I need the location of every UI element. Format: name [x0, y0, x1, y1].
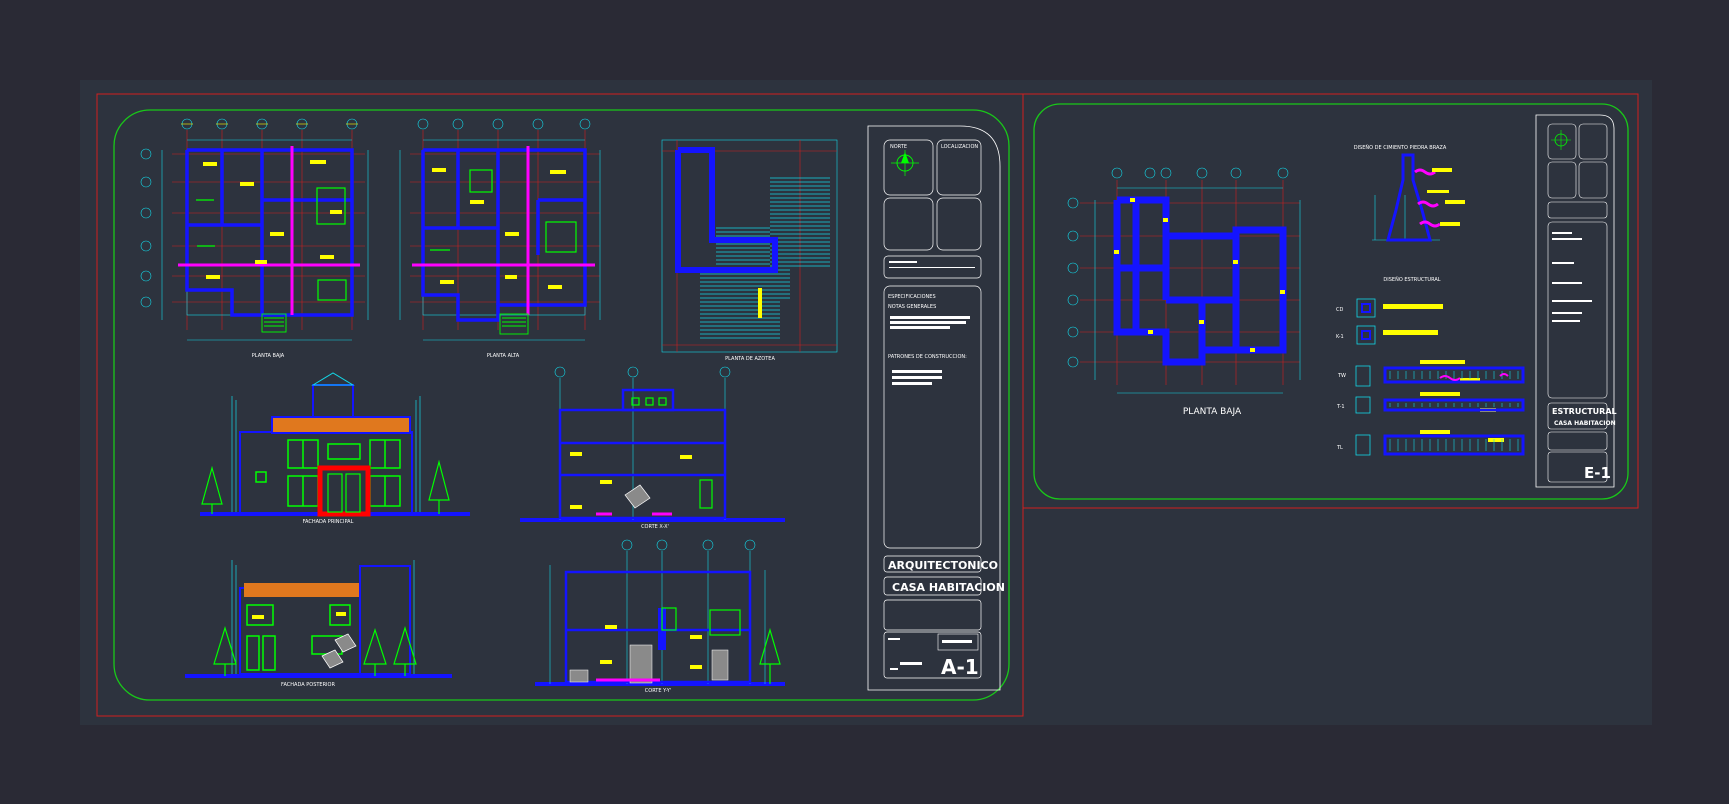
general-notes-label: NOTAS GENERALES	[888, 304, 936, 310]
cell-location-label: LOCALIZACION	[941, 144, 978, 150]
view-label-section-yy: CORTE Y-Y'	[645, 688, 671, 694]
view-label-roof-plan: PLANTA DE AZOTEA	[725, 356, 775, 362]
model-space	[80, 80, 1652, 725]
project-title-struct: CASA HABITACION	[1554, 420, 1616, 427]
roof-tile-hatch	[272, 417, 410, 433]
project-title-arch: CASA HABITACION	[892, 581, 1005, 594]
sheet-number-arch: A-1	[941, 655, 979, 679]
schedule-mark-4: TL	[1336, 445, 1343, 451]
schedule-mark-3: T-1	[1336, 404, 1345, 410]
discipline-title-arch: ARQUITECTONICO	[888, 559, 998, 572]
view-label-main-facade: FACHADA PRINCIPAL	[303, 519, 354, 525]
view-label-ground-floor: PLANTA BAJA	[252, 353, 285, 359]
schedule-mark-0: CD	[1336, 307, 1343, 313]
view-label-section-xx: CORTE X-X'	[641, 524, 669, 530]
roof-tile-hatch-rear	[244, 583, 360, 597]
view-label-rear-facade: FACHADA POSTERIOR	[281, 682, 335, 688]
cad-drawing-canvas[interactable]: PLANTA BAJA PLANTA ALTA PLANTA DE AZOTEA…	[0, 0, 1729, 804]
structural-design-label: DISEÑO ESTRUCTURAL	[1383, 276, 1440, 283]
construction-patterns-label: PATRONES DE CONSTRUCCION:	[888, 354, 967, 360]
schedule-mark-1: K-1	[1336, 334, 1344, 340]
specs-title: ESPECIFICACIONES	[888, 294, 936, 300]
view-label-foundation-plan: PLANTA BAJA	[1183, 407, 1242, 417]
foundation-detail-label: DISEÑO DE CIMIENTO PIEDRA BRAZA	[1354, 144, 1447, 151]
view-label-upper-floor: PLANTA ALTA	[487, 353, 520, 359]
sheet-number-struct: E-1	[1584, 464, 1611, 482]
cell-north-label: NORTE	[890, 144, 907, 150]
discipline-title-struct: ESTRUCTURAL	[1552, 407, 1617, 416]
schedule-mark-2: TW	[1337, 373, 1346, 379]
